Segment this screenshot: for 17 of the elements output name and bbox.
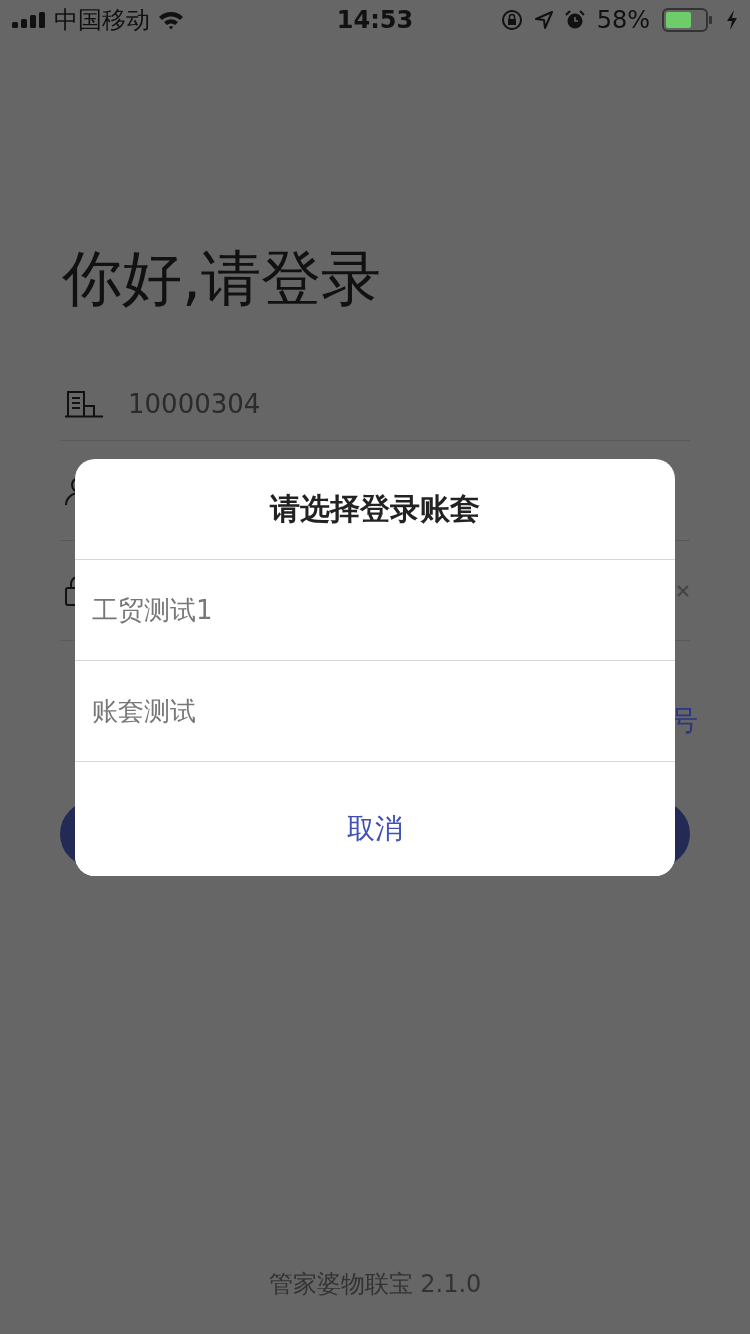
carrier-name: 中国移动 bbox=[54, 5, 150, 36]
location-arrow-icon bbox=[534, 11, 553, 29]
clock-time: 14:53 bbox=[336, 6, 414, 34]
alarm-clock-icon bbox=[564, 10, 585, 30]
wifi-icon bbox=[158, 10, 184, 30]
login-heading: 你好,请登录 bbox=[62, 242, 383, 315]
account-set-option[interactable]: 工贸测试1 bbox=[75, 560, 675, 661]
battery-icon bbox=[662, 8, 714, 32]
rotation-lock-icon bbox=[500, 9, 523, 31]
charging-bolt-icon bbox=[726, 10, 738, 30]
building-icon bbox=[64, 390, 104, 418]
signal-icon bbox=[12, 12, 46, 28]
battery-percentage: 58% bbox=[596, 6, 650, 34]
account-field[interactable]: 10000304 bbox=[128, 389, 261, 419]
lock-icon bbox=[64, 575, 76, 606]
clear-icon[interactable] bbox=[676, 583, 690, 598]
dialog-title: 请选择登录账套 bbox=[75, 459, 675, 560]
